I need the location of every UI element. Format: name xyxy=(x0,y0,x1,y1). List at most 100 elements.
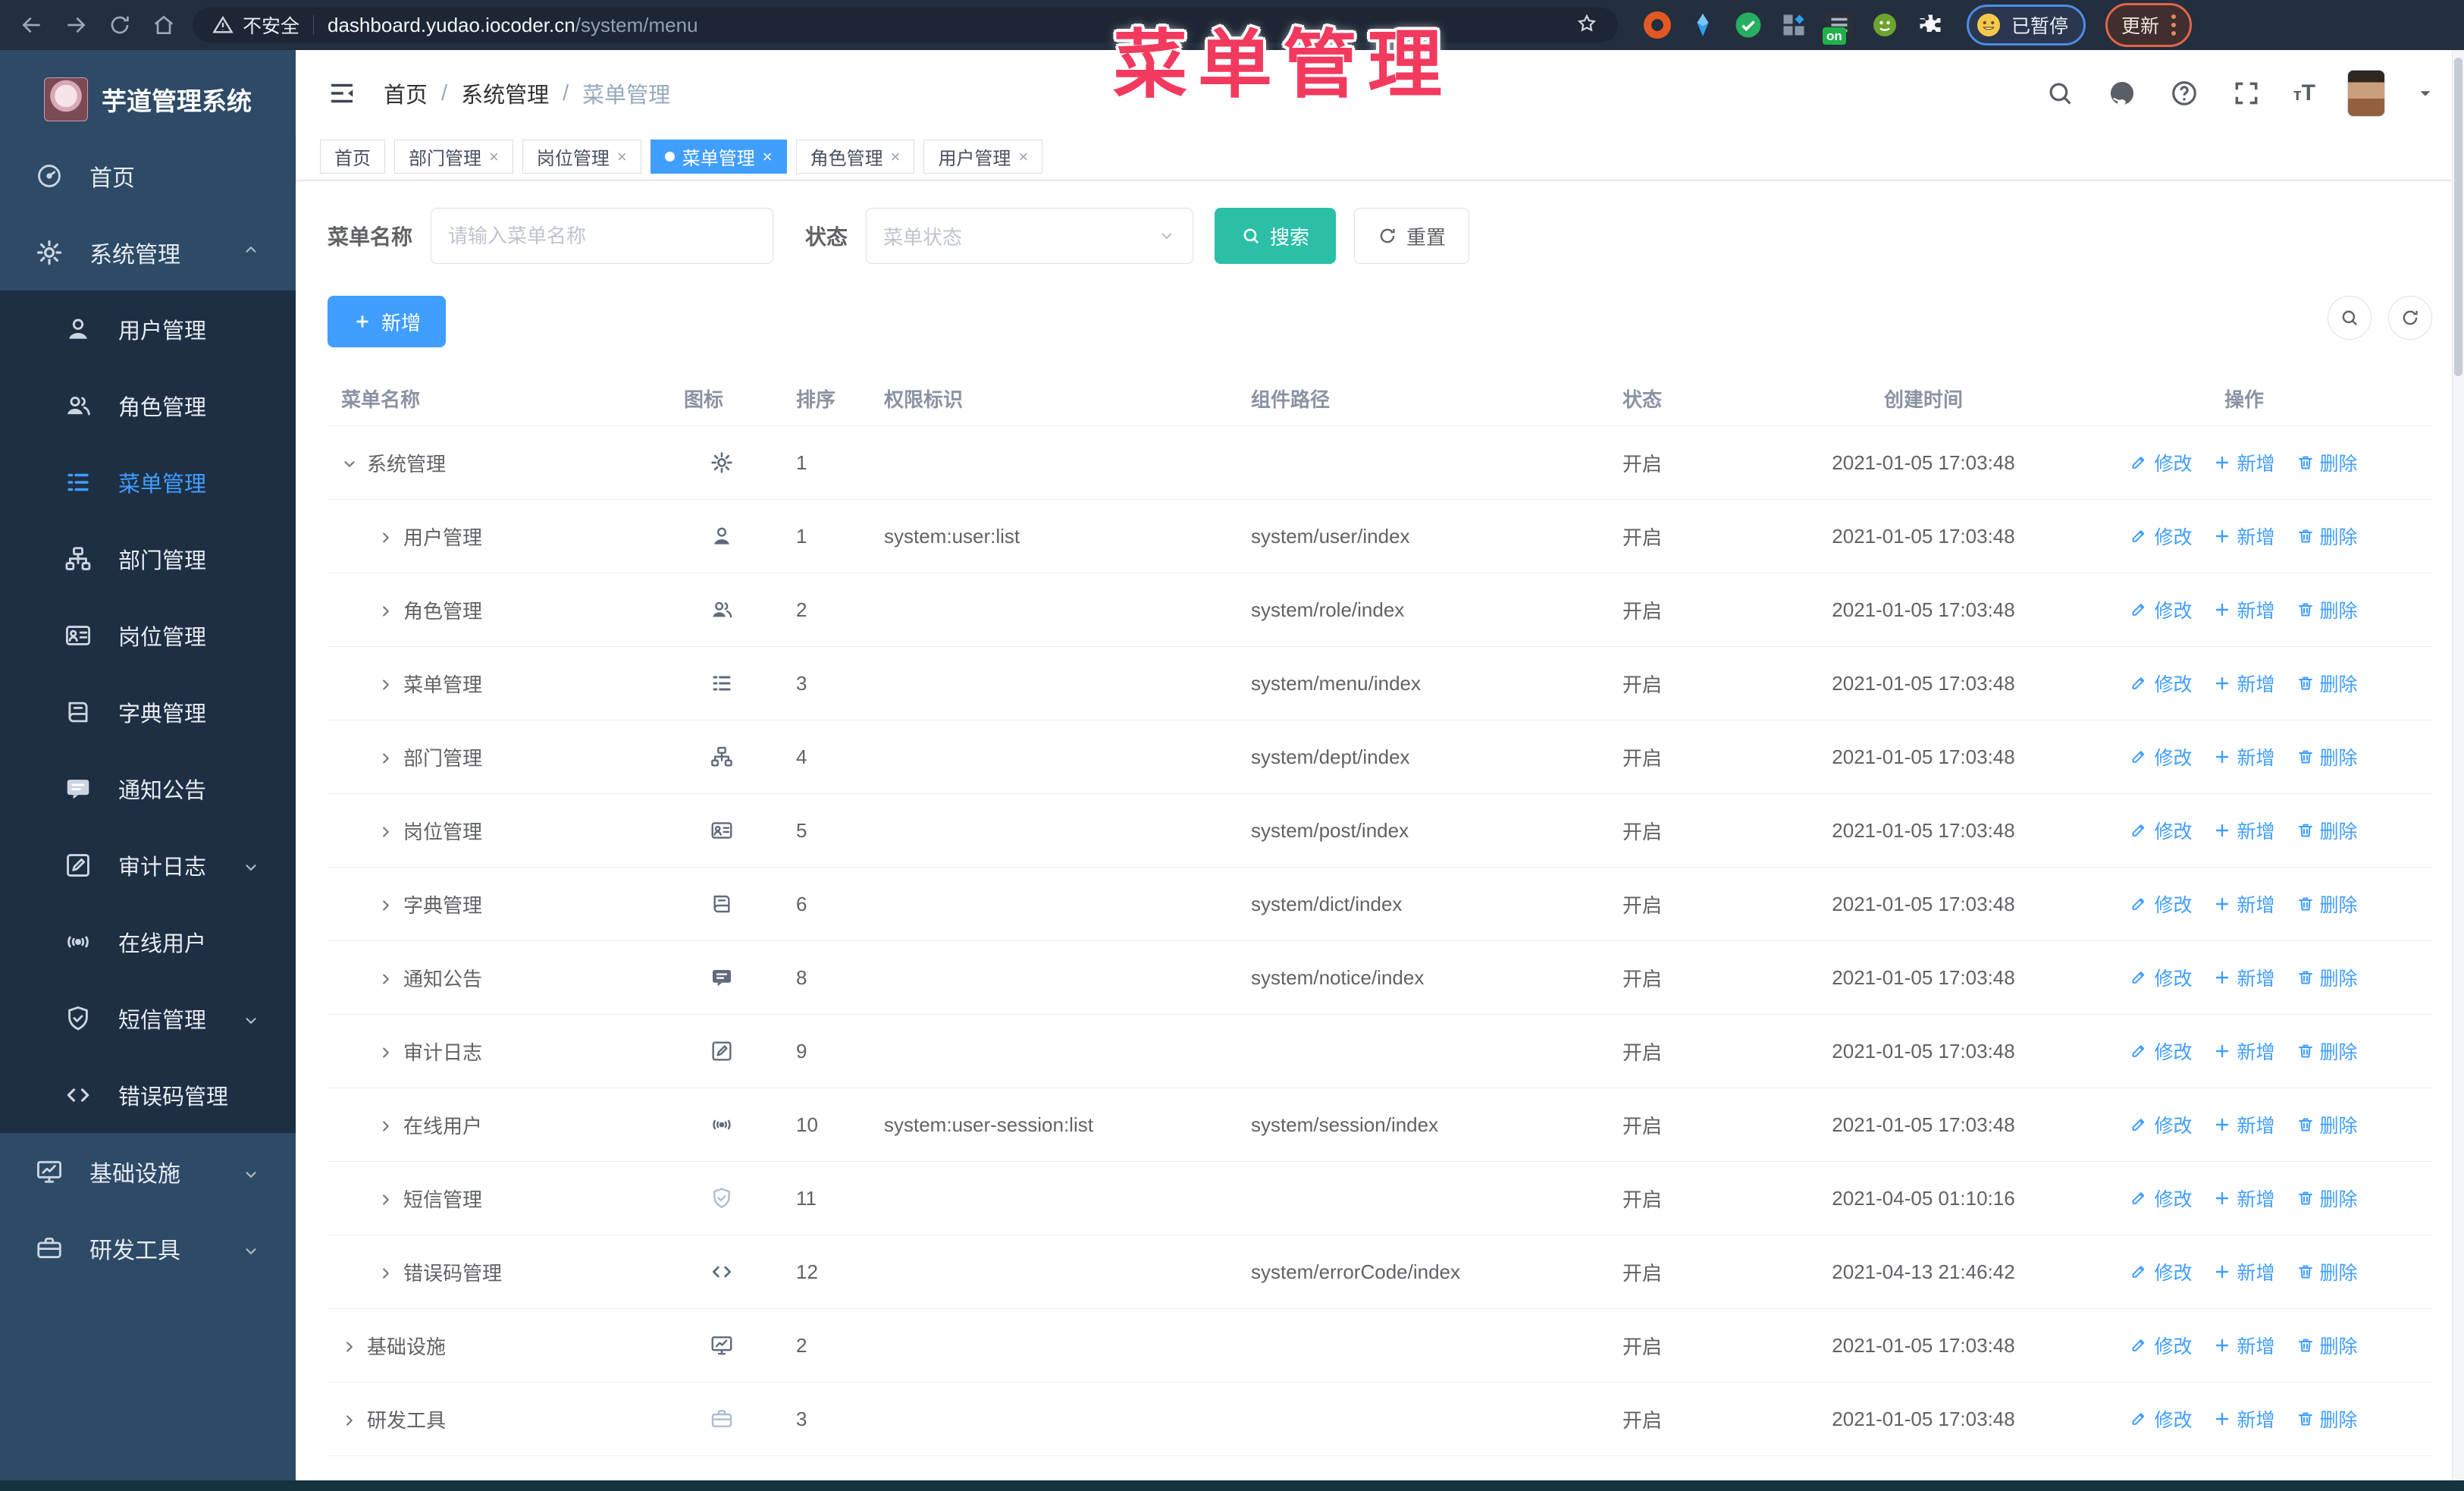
sidebar-item-sms[interactable]: 短信管理 xyxy=(0,980,296,1056)
table-row-online-user[interactable]: 在线用户 10 system:user-session:list system/… xyxy=(328,1088,2432,1162)
delete-link[interactable]: 删除 xyxy=(2296,1185,2358,1212)
expand-right-icon[interactable] xyxy=(378,528,394,545)
update-button[interactable]: 更新 xyxy=(2105,3,2193,47)
delete-link[interactable]: 删除 xyxy=(2296,449,2358,476)
edit-link[interactable]: 修改 xyxy=(2130,596,2192,623)
sidebar-item-system[interactable]: 系统管理 xyxy=(0,214,296,290)
edit-link[interactable]: 修改 xyxy=(2130,670,2192,697)
expand-right-icon[interactable] xyxy=(378,749,394,765)
expand-right-icon[interactable] xyxy=(378,1190,394,1207)
scrollbar-thumb[interactable] xyxy=(2454,58,2462,376)
sidebar-item-notice[interactable]: 通知公告 xyxy=(0,750,296,827)
edit-link[interactable]: 修改 xyxy=(2130,449,2192,476)
edit-link[interactable]: 修改 xyxy=(2130,1332,2192,1359)
table-row-sms[interactable]: 短信管理 11 开启 2021-04-05 01:10:16 修改 新增 删除 xyxy=(328,1162,2432,1235)
status-select[interactable]: 菜单状态 xyxy=(866,208,1194,264)
table-row-infra[interactable]: 基础设施 2 开启 2021-01-05 17:03:48 修改 新增 删除 xyxy=(328,1309,2432,1383)
tab-post[interactable]: 岗位管理 × xyxy=(522,140,641,174)
sidebar-item-online-user[interactable]: 在线用户 xyxy=(0,903,296,980)
delete-link[interactable]: 删除 xyxy=(2296,1258,2358,1285)
edit-link[interactable]: 修改 xyxy=(2130,890,2192,918)
add-link[interactable]: 新增 xyxy=(2213,449,2275,476)
tab-dept[interactable]: 部门管理 × xyxy=(394,140,513,174)
toggle-search-button[interactable] xyxy=(2328,296,2372,340)
expand-right-icon[interactable] xyxy=(378,1116,394,1133)
table-row-menu[interactable]: 菜单管理 3 system/menu/index 开启 2021-01-05 1… xyxy=(328,647,2432,720)
tab-user[interactable]: 用户管理 × xyxy=(923,140,1043,174)
fullscreen-icon[interactable] xyxy=(2231,78,2262,108)
ext-grid-icon[interactable] xyxy=(1780,11,1807,39)
add-link[interactable]: 新增 xyxy=(2213,670,2275,697)
delete-link[interactable]: 删除 xyxy=(2296,1037,2358,1065)
font-size-icon[interactable]: тT xyxy=(2293,80,2315,106)
add-button[interactable]: 新增 xyxy=(328,296,447,347)
delete-link[interactable]: 删除 xyxy=(2296,743,2358,771)
delete-link[interactable]: 删除 xyxy=(2296,1111,2358,1138)
sidebar-item-role[interactable]: 角色管理 xyxy=(0,367,296,444)
add-link[interactable]: 新增 xyxy=(2213,596,2275,623)
edit-link[interactable]: 修改 xyxy=(2130,817,2192,844)
table-row-post[interactable]: 岗位管理 5 system/post/index 开启 2021-01-05 1… xyxy=(328,794,2432,868)
close-icon[interactable]: × xyxy=(891,147,901,167)
expand-right-icon[interactable] xyxy=(378,896,394,912)
table-row-role[interactable]: 角色管理 2 system/role/index 开启 2021-01-05 1… xyxy=(328,573,2432,647)
table-row-audit-log[interactable]: 审计日志 9 开启 2021-01-05 17:03:48 修改 新增 删除 xyxy=(328,1015,2432,1088)
table-row-user[interactable]: 用户管理 1 system:user:list system/user/inde… xyxy=(328,500,2432,573)
add-link[interactable]: 新增 xyxy=(2213,890,2275,918)
expand-right-icon[interactable] xyxy=(341,1411,358,1427)
ext-puzzle-icon[interactable] xyxy=(1917,11,1944,39)
close-icon[interactable]: × xyxy=(1018,147,1028,167)
edit-link[interactable]: 修改 xyxy=(2130,1185,2192,1212)
tab-role[interactable]: 角色管理 × xyxy=(795,140,915,174)
chrome-menu-icon[interactable] xyxy=(2171,14,2177,36)
add-link[interactable]: 新增 xyxy=(2213,964,2275,991)
sidebar-item-post[interactable]: 岗位管理 xyxy=(0,597,296,673)
back-icon[interactable] xyxy=(17,10,47,40)
edit-link[interactable]: 修改 xyxy=(2130,1258,2192,1285)
header-search-icon[interactable] xyxy=(2045,78,2075,108)
breadcrumb-system[interactable]: 系统管理 xyxy=(461,77,549,109)
sidebar-item-error-code[interactable]: 错误码管理 xyxy=(0,1056,296,1133)
add-link[interactable]: 新增 xyxy=(2213,1258,2275,1285)
delete-link[interactable]: 删除 xyxy=(2296,523,2358,550)
edit-link[interactable]: 修改 xyxy=(2130,1405,2192,1433)
avatar-caret-down-icon[interactable] xyxy=(2417,85,2434,102)
add-link[interactable]: 新增 xyxy=(2213,1405,2275,1433)
edit-link[interactable]: 修改 xyxy=(2130,1037,2192,1065)
home-icon[interactable] xyxy=(149,10,179,40)
add-link[interactable]: 新增 xyxy=(2213,523,2275,550)
refresh-table-button[interactable] xyxy=(2388,296,2432,340)
add-link[interactable]: 新增 xyxy=(2213,743,2275,771)
expand-right-icon[interactable] xyxy=(378,675,394,692)
table-row-dev-tools[interactable]: 研发工具 3 开启 2021-01-05 17:03:48 修改 新增 删除 xyxy=(328,1383,2432,1456)
add-link[interactable]: 新增 xyxy=(2213,1037,2275,1065)
sidebar-item-dict[interactable]: 字典管理 xyxy=(0,673,296,750)
breadcrumb-home[interactable]: 首页 xyxy=(384,77,428,109)
expand-right-icon[interactable] xyxy=(378,601,394,618)
sidebar-item-dev-tools[interactable]: 研发工具 xyxy=(0,1210,296,1286)
delete-link[interactable]: 删除 xyxy=(2296,964,2358,991)
delete-link[interactable]: 删除 xyxy=(2296,890,2358,918)
expand-right-icon[interactable] xyxy=(378,822,394,839)
search-button[interactable]: 搜索 xyxy=(1215,208,1337,264)
table-row-system[interactable]: 系统管理 1 开启 2021-01-05 17:03:48 修改 新增 删除 xyxy=(328,426,2432,500)
add-link[interactable]: 新增 xyxy=(2213,817,2275,844)
vertical-scrollbar[interactable] xyxy=(2452,50,2464,1480)
help-icon[interactable] xyxy=(2169,78,2199,108)
sidebar-item-audit-log[interactable]: 审计日志 xyxy=(0,827,296,903)
app-logo[interactable]: 芋道管理系统 xyxy=(0,50,296,137)
ext-tasks-on-icon[interactable]: on xyxy=(1823,11,1853,45)
sidebar-item-user[interactable]: 用户管理 xyxy=(0,290,296,367)
edit-link[interactable]: 修改 xyxy=(2130,964,2192,991)
expand-right-icon[interactable] xyxy=(378,969,394,986)
table-row-dept[interactable]: 部门管理 4 system/dept/index 开启 2021-01-05 1… xyxy=(328,720,2432,794)
add-link[interactable]: 新增 xyxy=(2213,1111,2275,1138)
delete-link[interactable]: 删除 xyxy=(2296,1332,2358,1359)
paused-badge[interactable]: 已暂停 xyxy=(1967,5,2086,46)
bookmark-star-icon[interactable] xyxy=(1575,12,1598,39)
close-icon[interactable]: × xyxy=(763,147,773,167)
expand-right-icon[interactable] xyxy=(341,1337,358,1354)
edit-link[interactable]: 修改 xyxy=(2130,1111,2192,1138)
edit-link[interactable]: 修改 xyxy=(2130,523,2192,550)
add-link[interactable]: 新增 xyxy=(2213,1332,2275,1359)
